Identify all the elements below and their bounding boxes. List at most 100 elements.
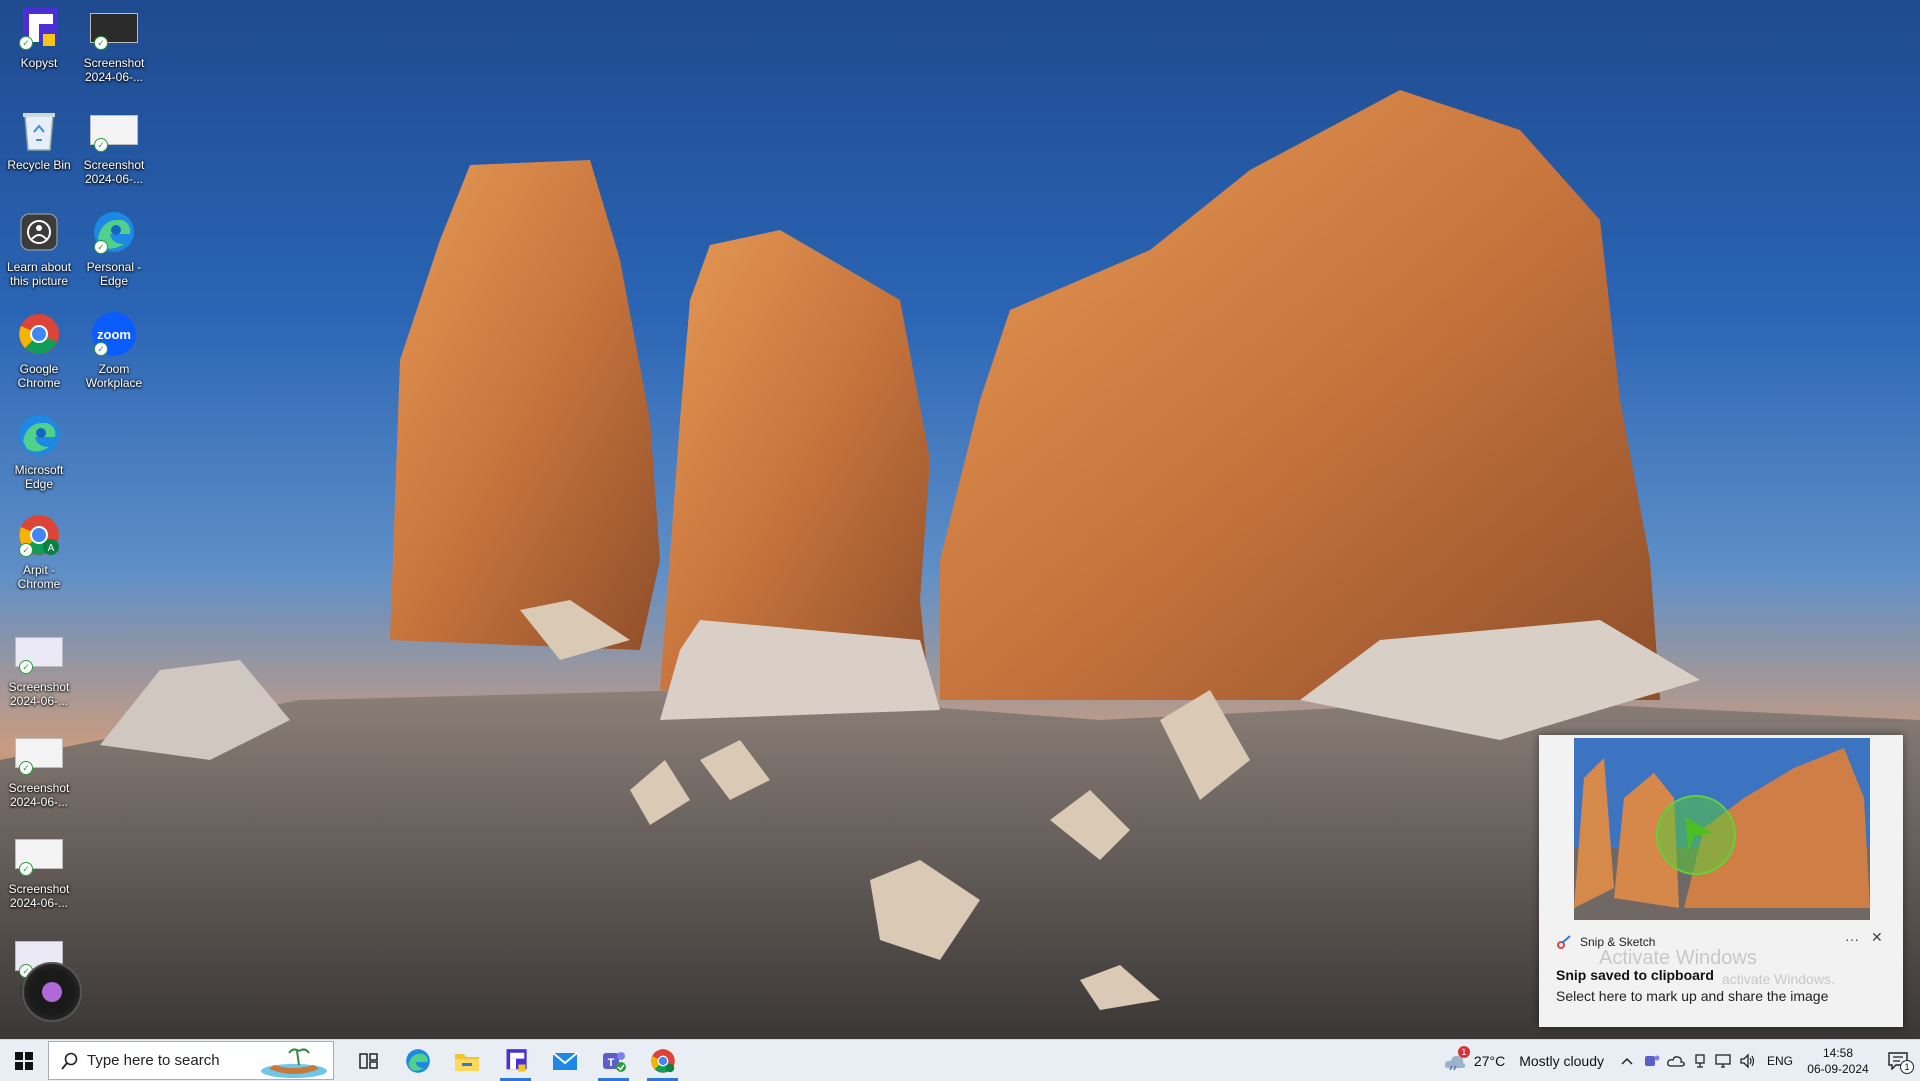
input-language-button[interactable]: ENG [1760, 1040, 1800, 1081]
toast-close-button[interactable]: ✕ [1871, 929, 1883, 946]
screenshot-file-icon: ✓ [15, 628, 63, 676]
action-center-button[interactable]: 1 [1876, 1040, 1920, 1081]
screenshot-file-icon: ✓ [90, 4, 138, 52]
desktop-icon-label: Microsoft Edge [14, 463, 64, 491]
kopyst-icon: ✓ [15, 4, 63, 52]
chevron-up-icon [1621, 1057, 1633, 1065]
chrome-icon [15, 310, 63, 358]
weather-temperature: 27°C [1473, 1052, 1506, 1069]
desktop-icon-zoom-workplace[interactable]: zoom ✓ Zoom Workplace [75, 310, 153, 390]
screenshot-file-icon: ✓ [90, 106, 138, 154]
usb-device-icon [1695, 1053, 1705, 1068]
clock-button[interactable]: 14:58 06-09-2024 [1800, 1040, 1876, 1081]
tray-meet-button[interactable] [1688, 1040, 1712, 1081]
desktop-icon-label: Screenshot 2024-06-... [83, 56, 145, 84]
search-placeholder: Type here to search [87, 1052, 220, 1069]
search-icon [61, 1052, 78, 1070]
desktop: ✓ Kopyst Recycle Bin Learn about this pi… [0, 0, 1920, 1039]
clock-date: 06-09-2024 [1807, 1061, 1869, 1076]
assistant-orb-button[interactable] [22, 962, 82, 1022]
weather-icon: 1 [1444, 1045, 1470, 1070]
tray-volume-button[interactable] [1736, 1040, 1760, 1081]
desktop-icon-label: Learn about this picture [6, 260, 72, 288]
desktop-icon-recycle-bin[interactable]: Recycle Bin [0, 106, 78, 172]
screenshot-file-icon: ✓ [15, 729, 63, 777]
screenshot-file-icon: ✓ [15, 830, 63, 878]
taskbar-mail-button[interactable] [540, 1040, 589, 1081]
show-hidden-icons-button[interactable] [1614, 1040, 1640, 1081]
edge-profile-icon: ✓ [90, 208, 138, 256]
taskbar-file-explorer-button[interactable] [442, 1040, 491, 1081]
snip-sketch-icon [1557, 935, 1571, 949]
zoom-icon: zoom ✓ [90, 310, 138, 358]
snip-sketch-toast[interactable]: Snip & Sketch Activate Windows activate … [1539, 735, 1903, 1027]
edge-icon [405, 1048, 430, 1073]
desktop-icon-label: Screenshot 2024-06-... [8, 882, 70, 910]
task-view-button[interactable] [344, 1040, 393, 1081]
desktop-icon-arpit-chrome[interactable]: A ✓ Arpit - Chrome [0, 511, 78, 591]
desktop-icon-label: Screenshot 2024-06-... [83, 158, 145, 186]
toast-title: Snip saved to clipboard [1556, 967, 1714, 983]
desktop-icon-label: Screenshot 2024-06-... [8, 781, 70, 809]
activate-windows-watermark-sub: activate Windows. [1722, 971, 1835, 987]
desktop-icon-label: Kopyst [20, 56, 58, 70]
svg-text:A: A [48, 543, 55, 554]
tray-teams-button[interactable] [1640, 1040, 1664, 1081]
toast-body: Select here to mark up and share the ima… [1556, 988, 1829, 1004]
snip-thumbnail[interactable] [1574, 738, 1870, 920]
taskbar-teams-button[interactable]: T [589, 1040, 638, 1081]
learn-about-picture-icon [15, 208, 63, 256]
teams-icon: T [602, 1051, 626, 1072]
weather-alert-badge: 1 [1457, 1045, 1470, 1058]
recycle-bin-icon [15, 106, 63, 154]
chrome-profile-icon: A ✓ [15, 511, 63, 559]
zoom-icon-text: zoom [97, 327, 131, 342]
file-explorer-icon [454, 1053, 479, 1071]
desktop-icon-personal-edge[interactable]: ✓ Personal - Edge [75, 208, 153, 288]
desktop-icon-screenshot[interactable]: ✓ Screenshot 2024-06-... [75, 106, 153, 186]
chrome-icon [650, 1048, 675, 1073]
speaker-icon [1740, 1052, 1755, 1069]
tray-onedrive-button[interactable] [1664, 1040, 1688, 1081]
search-highlight-illustration [261, 1048, 327, 1078]
desktop-icon-label: Personal - Edge [86, 260, 142, 288]
mail-icon [551, 1051, 578, 1070]
teams-tray-icon [1645, 1055, 1660, 1066]
system-tray: 1 27°C Mostly cloudy ENG 14:58 06-09-202… [1434, 1040, 1920, 1081]
taskbar-kopyst-button[interactable] [491, 1040, 540, 1081]
weather-description: Mostly cloudy [1519, 1052, 1604, 1069]
desktop-icon-label: Recycle Bin [7, 158, 71, 172]
desktop-icon-screenshot[interactable]: ✓ Screenshot 2024-06-... [75, 4, 153, 84]
desktop-icon-google-chrome[interactable]: Google Chrome [0, 310, 78, 390]
desktop-icon-screenshot[interactable]: ✓ Screenshot 2024-06-... [0, 628, 78, 708]
desktop-icon-learn-about-picture[interactable]: Learn about this picture [0, 208, 78, 288]
notification-count-badge: 1 [1900, 1059, 1914, 1074]
start-button[interactable] [0, 1040, 48, 1081]
svg-text:T: T [607, 1057, 614, 1069]
desktop-icon-kopyst[interactable]: ✓ Kopyst [0, 4, 78, 70]
toast-more-button[interactable]: ··· [1845, 931, 1859, 947]
taskbar-edge-button[interactable] [393, 1040, 442, 1081]
desktop-icon-microsoft-edge[interactable]: Microsoft Edge [0, 411, 78, 491]
task-view-icon [358, 1052, 378, 1069]
desktop-icon-label: Zoom Workplace [85, 362, 143, 390]
taskbar-chrome-button[interactable] [638, 1040, 687, 1081]
windows-logo-icon [15, 1051, 33, 1070]
notification-icon: 1 [1888, 1051, 1914, 1074]
assistant-orb-icon [42, 982, 62, 1002]
input-language: ENG [1766, 1053, 1793, 1068]
weather-widget[interactable]: 1 27°C Mostly cloudy [1434, 1040, 1614, 1081]
desktop-icon-screenshot[interactable]: ✓ Screenshot 2024-06-... [0, 830, 78, 910]
taskbar: Type here to search T 1 27°C Mostly clou… [0, 1039, 1920, 1081]
network-icon [1715, 1053, 1731, 1068]
taskbar-search-box[interactable]: Type here to search [48, 1041, 334, 1080]
desktop-icon-screenshot[interactable]: ✓ Screenshot 2024-06-... [0, 729, 78, 809]
desktop-icon-label: Google Chrome [17, 362, 61, 390]
desktop-icon-label: Screenshot 2024-06-... [8, 680, 70, 708]
cloud-icon [1667, 1055, 1685, 1067]
clock-time: 14:58 [1822, 1045, 1854, 1060]
edge-icon [15, 411, 63, 459]
kopyst-icon [506, 1048, 527, 1072]
desktop-icon-label: Arpit - Chrome [17, 563, 61, 591]
tray-network-button[interactable] [1712, 1040, 1736, 1081]
